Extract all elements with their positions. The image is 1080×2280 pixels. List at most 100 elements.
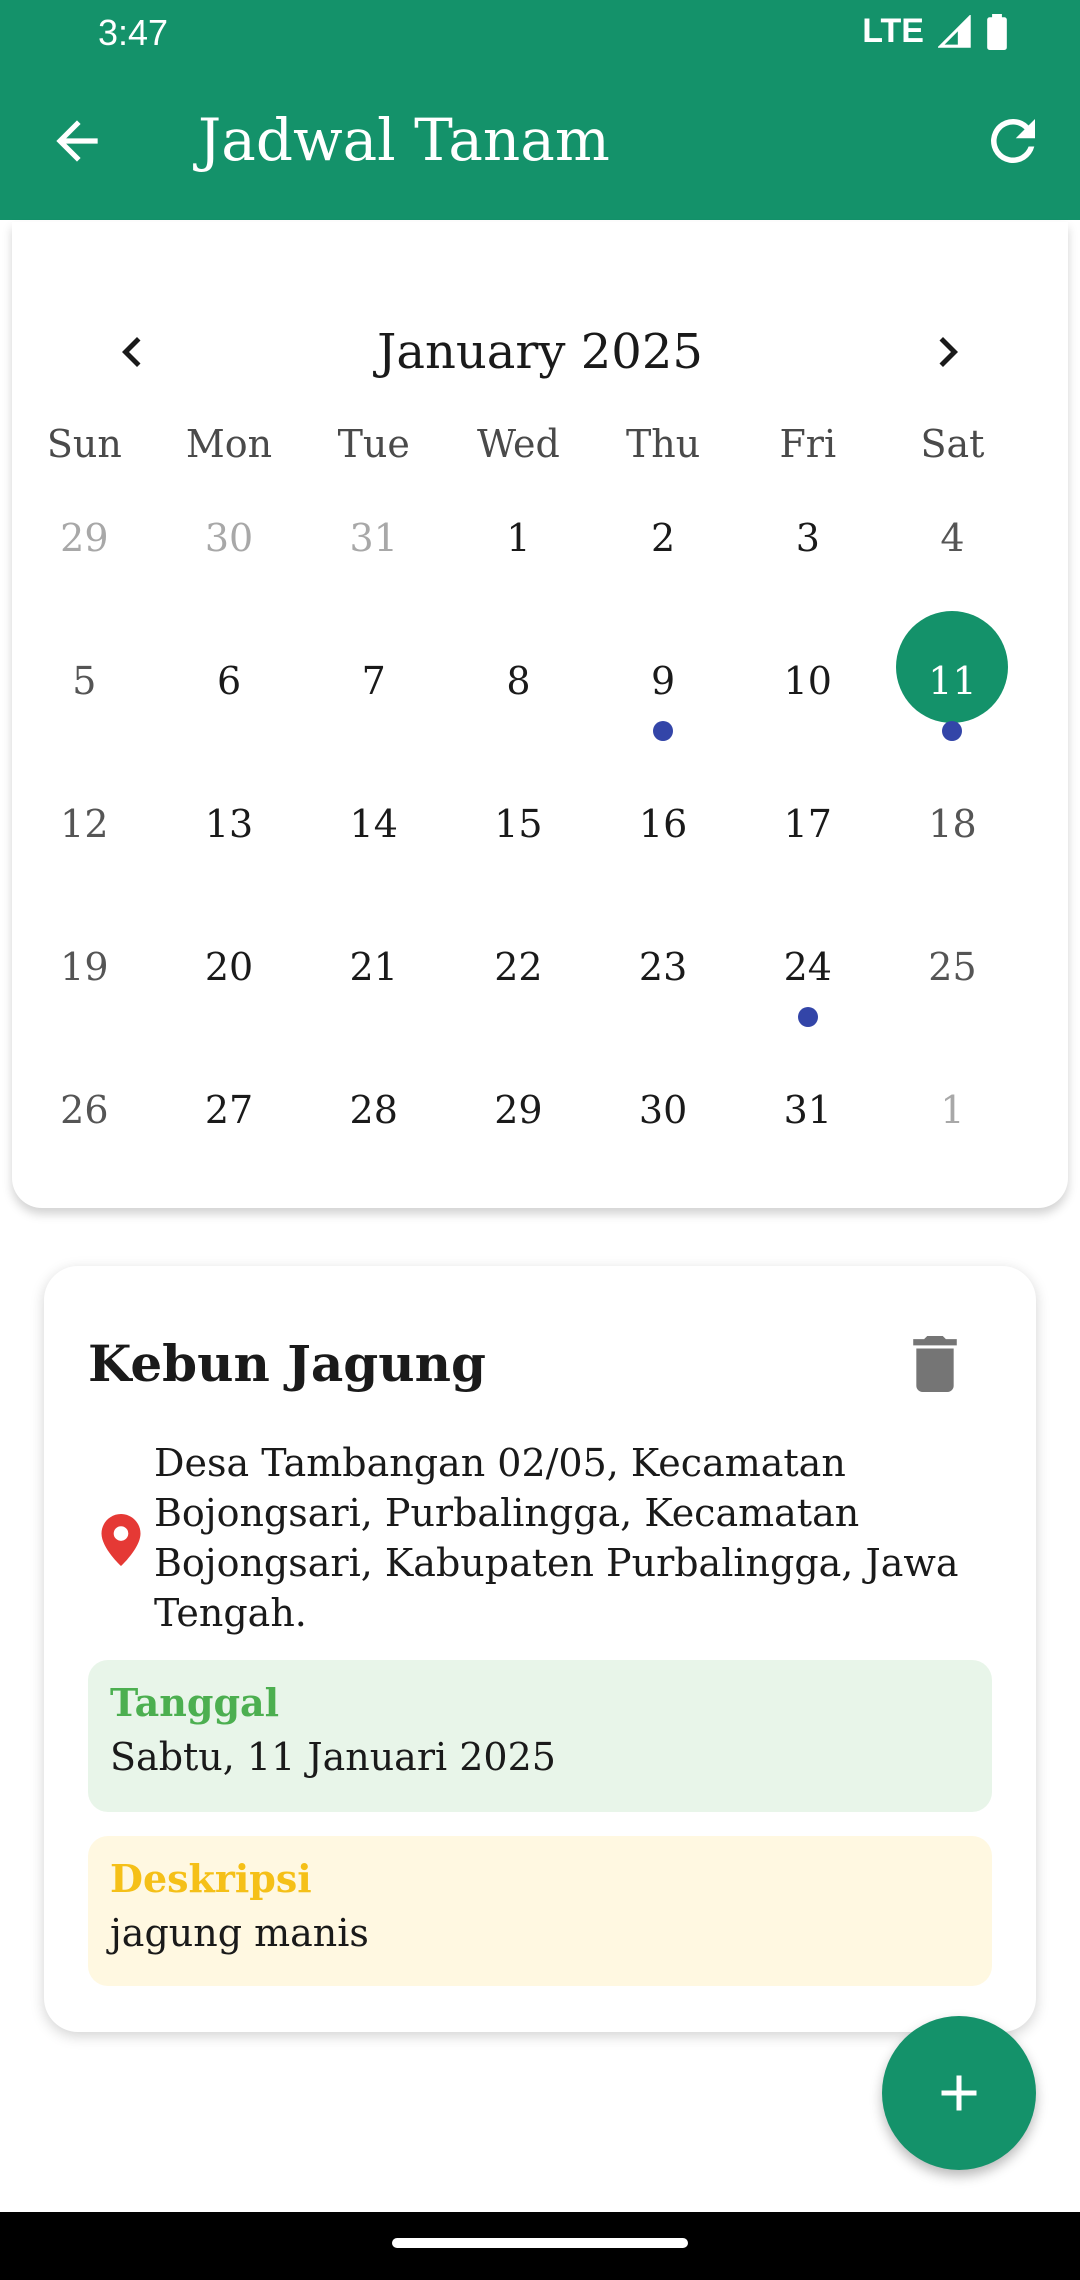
trash-icon[interactable] [910,1336,960,1392]
calendar-day[interactable]: 23 [591,941,736,1084]
map-pin-icon [101,1514,141,1566]
date-box: Tanggal Sabtu, 11 Januari 2025 [88,1660,992,1812]
event-indicator-dot [797,1007,818,1027]
day-number: 31 [783,1088,832,1132]
weekday-label: Sat [920,422,985,466]
day-number: 8 [506,659,531,703]
month-label: January 2025 [377,324,703,380]
calendar-day[interactable]: 25 [880,941,1025,1084]
calendar-day[interactable]: 29 [446,1084,591,1227]
day-number: 19 [60,945,109,989]
day-number: 2 [651,516,676,560]
calendar-day[interactable]: 22 [446,941,591,1084]
add-schedule-button[interactable] [882,2016,1036,2170]
event-location: Desa Tambangan 02/05, Kecamatan Bojongsa… [88,1438,998,1638]
day-number: 26 [60,1088,109,1132]
day-number: 1 [940,1088,965,1132]
status-time: 3:47 [98,12,169,53]
calendar-day[interactable]: 24 [735,941,880,1084]
day-number: 17 [783,802,832,846]
calendar-day[interactable]: 21 [301,941,446,1084]
day-number: 30 [204,516,254,560]
calendar-day[interactable]: 7 [301,655,446,798]
day-number: 29 [494,1088,543,1132]
day-number: 12 [60,802,109,846]
calendar-day[interactable]: 13 [157,798,302,941]
description-label: Deskripsi [110,1856,312,1901]
calendar-day[interactable]: 19 [12,941,157,1084]
date-label: Tanggal [110,1680,280,1725]
network-label: LTE [862,12,924,50]
calendar-day[interactable]: 28 [301,1084,446,1227]
calendar-day[interactable]: 1 [880,1084,1025,1227]
calendar-day[interactable]: 30 [591,1084,736,1227]
day-number: 1 [506,516,531,560]
weekday-header: Sun Mon Tue Wed Thu Fri Sat [12,422,1068,466]
calendar-day[interactable]: 8 [446,655,591,798]
calendar-day[interactable]: 27 [157,1084,302,1227]
day-number: 15 [494,802,543,846]
calendar-day-selected[interactable]: 11 [880,611,1025,798]
calendar-day[interactable]: 9 [591,655,736,798]
day-number: 14 [349,802,398,846]
calendar-day[interactable]: 14 [301,798,446,941]
event-title: Kebun Jagung [88,1334,486,1393]
day-number: 22 [494,945,543,989]
calendar-card: January 2025 Sun Mon Tue Wed Thu Fri Sat 29 30 3… [12,222,1068,1208]
calendar-day[interactable]: 5 [12,655,157,798]
month-navigation: January 2025 [12,302,1068,402]
description-value: jagung manis [110,1911,369,1955]
weekday-label: Mon [185,422,273,466]
day-number: 10 [783,659,832,703]
day-number: 25 [928,945,977,989]
day-number: 27 [204,1088,254,1132]
calendar-grid: 29 30 31 1 2 3 4 5 6 7 8 9 10 11 12 13 14 15 16 17 18 19 20 21 2… [12,512,1068,1227]
weekday-label: Thu [625,422,701,466]
calendar-day[interactable]: 16 [591,798,736,941]
calendar-day[interactable]: 30 [157,512,302,655]
calendar-day[interactable]: 6 [157,655,302,798]
date-value: Sabtu, 11 Januari 2025 [110,1735,556,1779]
calendar-day[interactable]: 17 [735,798,880,941]
calendar-day[interactable]: 1 [446,512,591,655]
day-number: 4 [940,516,965,560]
calendar-day[interactable]: 18 [880,798,1025,941]
day-number: 5 [72,659,97,703]
chevron-right-icon[interactable] [918,322,978,382]
calendar-day[interactable]: 3 [735,512,880,655]
day-number: 21 [349,945,398,989]
calendar-day[interactable]: 4 [880,512,1025,655]
event-address: Desa Tambangan 02/05, Kecamatan Bojongsa… [154,1441,959,1635]
app-bar: Jadwal Tanam [0,66,1080,220]
system-nav-bar [0,2212,1080,2280]
day-number: 6 [216,659,242,703]
day-number: 3 [795,516,820,560]
day-number: 16 [638,802,688,846]
page-title: Jadwal Tanam [198,106,610,174]
event-card[interactable]: Kebun Jagung Desa Tambangan 02/05, Kecam… [44,1266,1036,2032]
calendar-day[interactable]: 20 [157,941,302,1084]
calendar-day[interactable]: 2 [591,512,736,655]
calendar-day[interactable]: 31 [735,1084,880,1227]
calendar-day[interactable]: 15 [446,798,591,941]
home-gesture-handle[interactable] [392,2238,688,2248]
signal-icon [938,14,971,48]
calendar-day[interactable]: 29 [12,512,157,655]
calendar-day[interactable]: 31 [301,512,446,655]
calendar-day[interactable]: 26 [12,1084,157,1227]
description-box: Deskripsi jagung manis [88,1836,992,1986]
day-number: 29 [60,516,109,560]
weekday-label: Wed [477,422,560,466]
status-bar: 3:47 LTE [0,0,1080,66]
calendar-day[interactable]: 12 [12,798,157,941]
day-number: 7 [361,659,386,703]
calendar-day[interactable]: 10 [735,655,880,798]
status-icons: LTE [862,12,1008,51]
arrow-left-icon[interactable] [46,110,108,172]
refresh-icon[interactable] [980,108,1046,174]
event-indicator-dot [653,721,674,741]
weekday-label: Tue [337,422,410,466]
day-number: 20 [204,945,254,989]
day-number: 30 [638,1088,688,1132]
day-number: 18 [928,802,977,846]
